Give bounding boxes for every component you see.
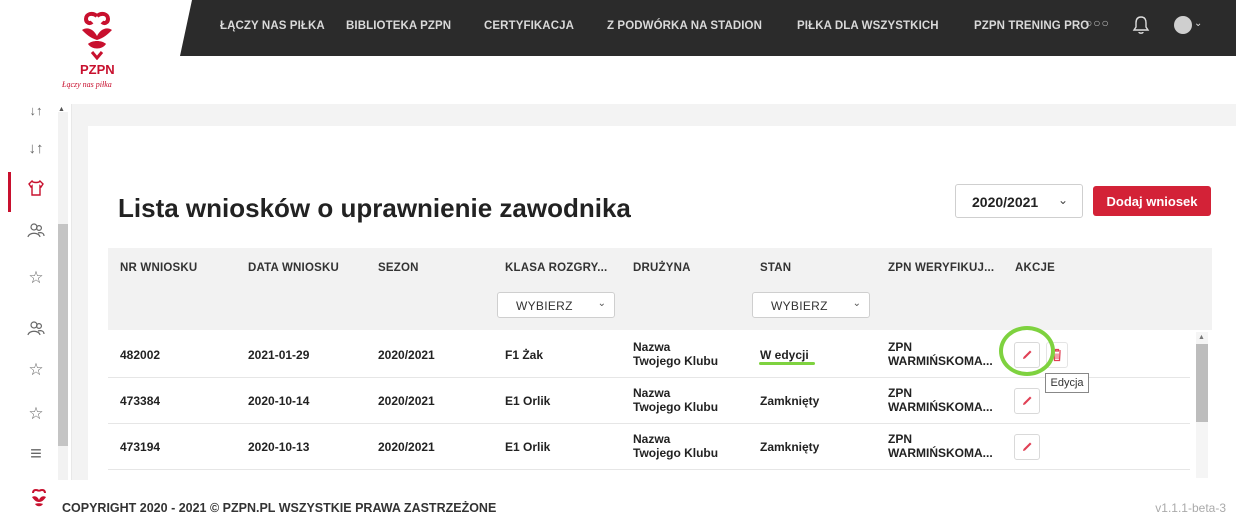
scroll-up-icon[interactable]: ▲ <box>1198 334 1205 341</box>
nav-item-laczy-nas-pilka[interactable]: ŁĄCZY NAS PIŁKA <box>220 20 325 32</box>
more-icon[interactable]: ○○○ <box>1085 16 1110 30</box>
highlight-circle <box>999 326 1055 376</box>
table-row[interactable]: 473384 2020-10-14 2020/2021 E1 Orlik Naz… <box>108 378 1190 424</box>
col-sezon[interactable]: SEZON <box>378 262 419 274</box>
cell-druzyna-line2: Twojego Klubu <box>633 400 719 414</box>
star-icon[interactable]: ☆ <box>26 404 46 424</box>
footer: COPYRIGHT 2020 - 2021 © PZPN.PL WSZYSTKI… <box>0 480 1236 524</box>
nav-item-pilka-dla-wszystkich[interactable]: PIŁKA DLA WSZYSTKICH <box>797 20 939 32</box>
cell-klasa: E1 Orlik <box>505 394 551 408</box>
sidebar-scroll-thumb[interactable] <box>58 224 68 446</box>
people-icon[interactable] <box>26 220 46 240</box>
cell-nr: 473194 <box>120 440 161 454</box>
star-icon[interactable]: ☆ <box>26 268 46 288</box>
cell-sezon: 2020/2021 <box>378 440 435 454</box>
copyright-text: COPYRIGHT 2020 - 2021 © PZPN.PL WSZYSTKI… <box>62 501 497 515</box>
page-title: Lista wniosków o uprawnienie zawodnika <box>118 193 631 223</box>
col-akcje: AKCJE <box>1015 262 1055 274</box>
col-druzyna[interactable]: DRUŻYNA <box>633 262 691 274</box>
footer-logo <box>32 488 46 507</box>
cell-data: 2020-10-14 <box>248 394 310 408</box>
brand-name: PZPN <box>80 62 115 77</box>
table-header: NR WNIOSKU DATA WNIOSKU SEZON KLASA ROZG… <box>108 248 1212 330</box>
cell-druzyna-line1: Nazwa <box>633 432 671 446</box>
cell-klasa: F1 Żak <box>505 348 544 362</box>
people-icon[interactable] <box>26 318 46 338</box>
pencil-icon <box>1023 442 1032 451</box>
season-select[interactable]: 2020/2021 ⌄ <box>955 184 1083 218</box>
nav-item-z-podworka[interactable]: Z PODWÓRKA NA STADION <box>607 20 762 32</box>
cell-data: 2021-01-29 <box>248 348 310 362</box>
nav-item-certyfikacja[interactable]: CERTYFIKACJA <box>484 20 574 32</box>
scroll-up-icon[interactable]: ▲ <box>58 106 65 113</box>
sort-icon[interactable]: ↓↑ <box>26 100 46 120</box>
cell-nr: 473384 <box>120 394 161 408</box>
klasa-filter[interactable]: WYBIERZ ⌄ <box>497 292 615 318</box>
nav-item-trening-pro[interactable]: PZPN TRENING PRO <box>974 20 1089 32</box>
col-data-wniosku[interactable]: DATA WNIOSKU <box>248 262 339 274</box>
cell-stan: Zamknięty <box>760 440 820 454</box>
bell-icon[interactable] <box>1130 14 1152 36</box>
pencil-icon <box>1023 396 1032 405</box>
edit-button[interactable] <box>1014 388 1040 414</box>
cell-stan: Zamknięty <box>760 394 820 408</box>
table-row[interactable]: 473194 2020-10-13 2020/2021 E1 Orlik Naz… <box>108 424 1190 470</box>
col-klasa[interactable]: KLASA ROZGRY... <box>505 262 607 274</box>
cell-druzyna-line1: Nazwa <box>633 386 671 400</box>
chevron-down-icon: ⌄ <box>1057 193 1068 207</box>
brand-tagline: Łączy nas piłka <box>62 80 112 89</box>
filter-placeholder: WYBIERZ <box>771 299 828 313</box>
table-row[interactable] <box>108 470 1190 480</box>
chevron-down-icon: ⌄ <box>597 298 606 309</box>
cell-druzyna-line1: Nazwa <box>633 340 671 354</box>
top-bar: PZPN Łączy nas piłka ŁĄCZY NAS PIŁKA BIB… <box>0 0 1236 104</box>
filter-placeholder: WYBIERZ <box>516 299 573 313</box>
add-request-button[interactable]: Dodaj wniosek <box>1093 186 1211 216</box>
cell-druzyna-line2: Twojego Klubu <box>633 446 719 460</box>
menu-icon[interactable]: ≡ <box>26 443 46 465</box>
eagle-icon <box>82 11 112 60</box>
edit-tooltip: Edycja <box>1045 373 1089 393</box>
active-indicator <box>8 172 11 212</box>
cell-zpn-line1: ZPN <box>888 340 912 354</box>
chevron-down-icon[interactable]: ⌄ <box>1194 18 1202 29</box>
cell-stan: W edycji <box>760 348 809 362</box>
main-nav: ŁĄCZY NAS PIŁKA BIBLIOTEKA PZPN CERTYFIK… <box>180 0 1236 56</box>
cell-klasa: E1 Orlik <box>505 440 551 454</box>
season-value: 2020/2021 <box>972 194 1039 210</box>
sidebar: ↓↑ ↓↑ ☆ ☆ ☆ ≡ ▲ <box>0 103 72 480</box>
avatar[interactable] <box>1174 16 1192 34</box>
stan-filter[interactable]: WYBIERZ ⌄ <box>752 292 870 318</box>
cell-data: 2020-10-13 <box>248 440 310 454</box>
chevron-down-icon: ⌄ <box>852 298 861 309</box>
col-stan[interactable]: STAN <box>760 262 791 274</box>
version-text: v1.1.1-beta-3 <box>1155 501 1226 515</box>
cell-druzyna-line2: Twojego Klubu <box>633 354 719 368</box>
cell-nr: 482002 <box>120 348 161 362</box>
cell-sezon: 2020/2021 <box>378 348 435 362</box>
status-underline <box>759 362 815 365</box>
cell-zpn-line2: WARMIŃSKOMA... <box>888 400 993 414</box>
cell-sezon: 2020/2021 <box>378 394 435 408</box>
edit-button[interactable] <box>1014 434 1040 460</box>
pzpn-logo[interactable]: PZPN Łączy nas piłka <box>60 10 140 96</box>
cell-zpn-line2: WARMIŃSKOMA... <box>888 446 993 460</box>
table-scroll-thumb[interactable] <box>1196 344 1208 422</box>
cell-zpn-line1: ZPN <box>888 386 912 400</box>
shirt-icon[interactable] <box>26 178 46 198</box>
sort-icon[interactable]: ↓↑ <box>26 138 46 158</box>
col-nr-wniosku[interactable]: NR WNIOSKU <box>120 262 197 274</box>
star-icon[interactable]: ☆ <box>26 360 46 380</box>
nav-item-biblioteka[interactable]: BIBLIOTEKA PZPN <box>346 20 451 32</box>
col-zpn[interactable]: ZPN WERYFIKUJ... <box>888 262 994 274</box>
cell-zpn-line1: ZPN <box>888 432 912 446</box>
cell-zpn-line2: WARMIŃSKOMA... <box>888 354 993 368</box>
